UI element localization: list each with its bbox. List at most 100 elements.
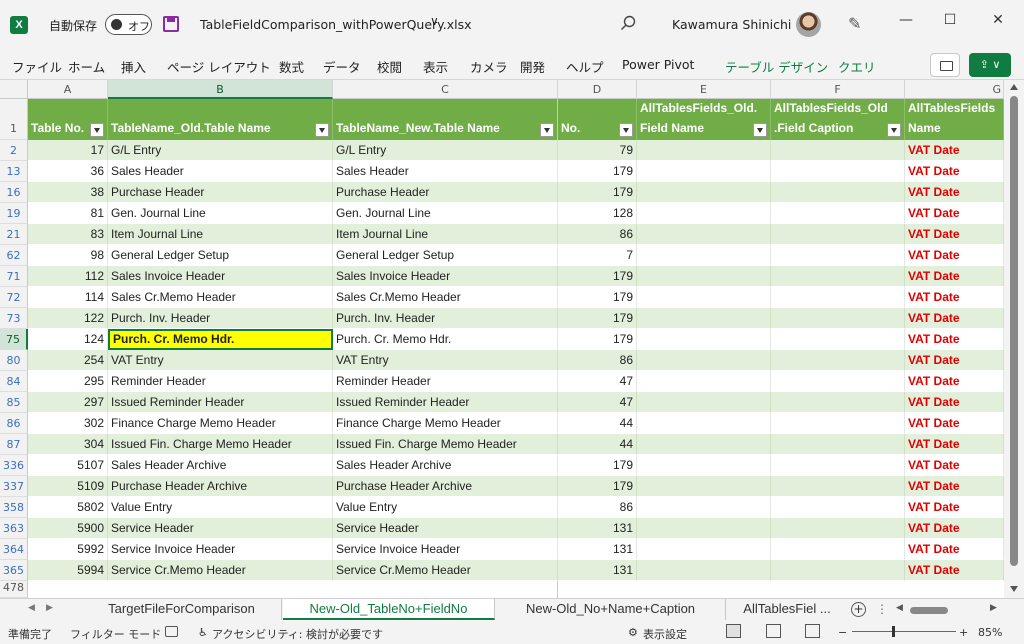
cell-new-field-name[interactable]: VAT Date [905, 350, 1004, 371]
cell-no[interactable]: 131 [558, 518, 637, 539]
cell-table-no[interactable]: 98 [28, 245, 108, 266]
cell-field-caption[interactable] [771, 497, 905, 518]
cell-field-name[interactable] [637, 308, 771, 329]
tab-view[interactable]: 表示 [423, 57, 448, 76]
cell-old-table-name[interactable]: Sales Header Archive [108, 455, 333, 476]
cell-no[interactable]: 47 [558, 371, 637, 392]
cell-no[interactable]: 179 [558, 329, 637, 350]
cell-field-name[interactable] [637, 518, 771, 539]
scroll-right-icon[interactable]: ▶ [990, 603, 997, 613]
tab-query[interactable]: クエリ [838, 57, 876, 76]
vertical-scrollbar[interactable] [1004, 80, 1024, 598]
cell-table-no[interactable]: 81 [28, 203, 108, 224]
row-header[interactable]: 337 [0, 476, 28, 497]
cell-new-table-name[interactable]: Sales Invoice Header [333, 266, 558, 287]
cell-old-table-name[interactable]: General Ledger Setup [108, 245, 333, 266]
column-header-c[interactable]: C [333, 80, 558, 99]
row-header[interactable]: 365 [0, 560, 28, 581]
chevron-down-icon[interactable]: ∨ [430, 14, 439, 28]
cell-field-caption[interactable] [771, 413, 905, 434]
cell-old-table-name[interactable]: Purchase Header Archive [108, 476, 333, 497]
cell-no[interactable]: 86 [558, 224, 637, 245]
tab-table-design[interactable]: テーブル デザイン [725, 57, 828, 76]
sheet-tab-new-old-no-name-caption[interactable]: New-Old_No+Name+Caption [496, 599, 726, 620]
zoom-out-button[interactable]: − [838, 626, 847, 639]
cell-new-table-name[interactable]: VAT Entry [333, 350, 558, 371]
cell-no[interactable]: 86 [558, 350, 637, 371]
cell-field-name[interactable] [637, 182, 771, 203]
column-header-b[interactable]: B [108, 80, 333, 99]
cell-table-no[interactable]: 83 [28, 224, 108, 245]
column-header-d[interactable]: D [558, 80, 637, 99]
cell-field-caption[interactable] [771, 266, 905, 287]
cell-no[interactable]: 47 [558, 392, 637, 413]
macro-record-icon[interactable] [165, 626, 178, 637]
tab-page-layout[interactable]: ページ レイアウト [167, 57, 271, 76]
accessibility-status[interactable]: アクセシビリティ: 検討が必要です [212, 626, 383, 642]
cell-old-table-name[interactable]: Reminder Header [108, 371, 333, 392]
cell-field-name[interactable] [637, 476, 771, 497]
cell-field-caption[interactable] [771, 560, 905, 581]
cell-new-table-name[interactable]: Sales Cr.Memo Header [333, 287, 558, 308]
tab-insert[interactable]: 挿入 [121, 57, 146, 76]
cell-table-no[interactable]: 254 [28, 350, 108, 371]
zoom-in-button[interactable]: + [959, 626, 968, 639]
cell-new-field-name[interactable]: VAT Date [905, 518, 1004, 539]
cell-old-table-name[interactable]: Value Entry [108, 497, 333, 518]
cell-new-table-name[interactable]: Finance Charge Memo Header [333, 413, 558, 434]
cell-field-caption[interactable] [771, 245, 905, 266]
cell-no[interactable]: 179 [558, 308, 637, 329]
cell-no[interactable]: 179 [558, 182, 637, 203]
cell-table-no[interactable]: 5992 [28, 539, 108, 560]
filter-dropdown-icon[interactable] [540, 123, 554, 137]
cell-field-name[interactable] [637, 392, 771, 413]
scroll-left-icon[interactable]: ◀ [896, 603, 903, 613]
cell-field-name[interactable] [637, 266, 771, 287]
cell-table-no[interactable]: 5900 [28, 518, 108, 539]
row-header[interactable]: 72 [0, 287, 28, 308]
cell-new-field-name[interactable]: VAT Date [905, 455, 1004, 476]
cell-field-name[interactable] [637, 224, 771, 245]
cell-field-caption[interactable] [771, 371, 905, 392]
row-header[interactable]: 358 [0, 497, 28, 518]
row-header[interactable]: 21 [0, 224, 28, 245]
cell-field-name[interactable] [637, 287, 771, 308]
tab-developer[interactable]: 開発 [520, 57, 545, 76]
accessibility-icon[interactable]: ♿ [198, 626, 208, 639]
comment-button[interactable] [930, 53, 960, 77]
cell-new-table-name[interactable]: Gen. Journal Line [333, 203, 558, 224]
sheet-tab-alltablesfields[interactable]: AllTablesFiel ... [727, 599, 847, 620]
cell-new-field-name[interactable]: VAT Date [905, 329, 1004, 350]
cell-table-no[interactable]: 17 [28, 140, 108, 161]
cell-new-table-name[interactable]: Service Header [333, 518, 558, 539]
cell-table-no[interactable]: 304 [28, 434, 108, 455]
column-header-g[interactable]: G [905, 80, 1004, 99]
cell-old-table-name[interactable]: Purchase Header [108, 182, 333, 203]
cell-field-name[interactable] [637, 140, 771, 161]
add-sheet-button[interactable]: + [851, 602, 866, 617]
cell-field-caption[interactable] [771, 287, 905, 308]
cell-field-caption[interactable] [771, 518, 905, 539]
autosave-toggle[interactable]: オフ [105, 14, 152, 35]
cell-field-name[interactable] [637, 497, 771, 518]
cell-table-no[interactable]: 124 [28, 329, 108, 350]
cell-old-table-name[interactable]: Sales Invoice Header [108, 266, 333, 287]
filter-dropdown-icon[interactable] [315, 123, 329, 137]
cell-old-table-name[interactable]: Service Header [108, 518, 333, 539]
cell-table-no[interactable]: 5109 [28, 476, 108, 497]
row-header[interactable]: 85 [0, 392, 28, 413]
cell-field-caption[interactable] [771, 224, 905, 245]
cell-old-table-name[interactable]: Service Cr.Memo Header [108, 560, 333, 581]
cell-table-no[interactable]: 38 [28, 182, 108, 203]
cell-new-field-name[interactable]: VAT Date [905, 245, 1004, 266]
cell-no[interactable]: 179 [558, 476, 637, 497]
cell-no[interactable]: 7 [558, 245, 637, 266]
cell-no[interactable]: 128 [558, 203, 637, 224]
zoom-level[interactable]: 85% [978, 626, 1002, 639]
cell-new-field-name[interactable]: VAT Date [905, 434, 1004, 455]
row-header[interactable]: 19 [0, 203, 28, 224]
cell-new-table-name[interactable]: General Ledger Setup [333, 245, 558, 266]
row-header[interactable]: 16 [0, 182, 28, 203]
scroll-thumb[interactable] [1010, 96, 1018, 566]
row-header[interactable]: 13 [0, 161, 28, 182]
